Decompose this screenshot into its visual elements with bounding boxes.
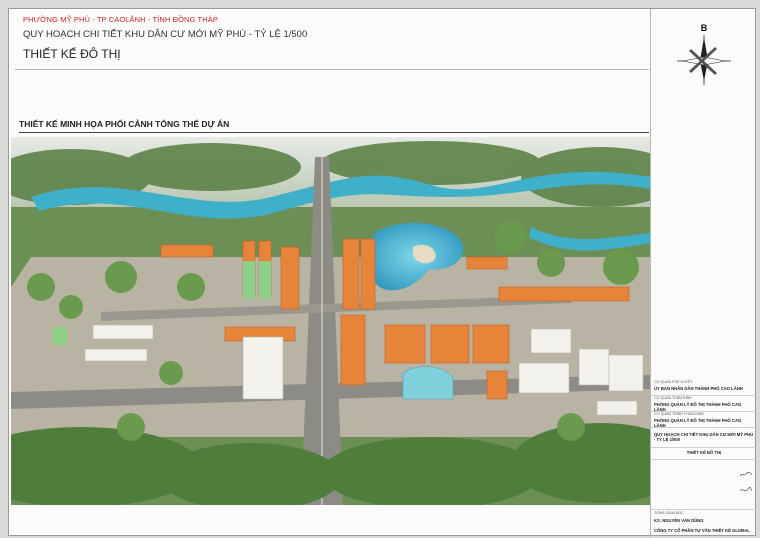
master-plan-rendering	[11, 137, 651, 505]
tb-divider	[651, 427, 757, 428]
section-title: THIẾT KẾ MINH HỌA PHỐI CẢNH TỔNG THỂ DỰ …	[19, 119, 230, 129]
submit-caption: CƠ QUAN TRÌNH THẨM ĐỊNH	[654, 412, 704, 416]
drawing-title: THIẾT KẾ ĐÔ THỊ	[23, 47, 121, 61]
approve-org: ỦY BAN NHÂN DÂN THÀNH PHỐ CAO LÃNH	[654, 386, 743, 391]
project-title: QUY HOẠCH CHI TIẾT KHU DÂN CƯ MỚI MỸ PHÚ…	[23, 29, 308, 40]
header-divider	[15, 69, 649, 70]
tb-drawing-name: THIẾT KẾ ĐÔ THỊ	[686, 450, 722, 455]
signature-mark	[739, 471, 753, 477]
tb-divider	[651, 447, 757, 448]
drawing-sheet: PHƯỜNG MỸ PHÚ - TP CAOLÃNH - TỈNH ĐỒNG T…	[8, 8, 757, 537]
tb-project-name: QUY HOẠCH CHI TIẾT KHU DÂN CƯ MỚI MỸ PHÚ…	[654, 432, 754, 442]
title-block-divider	[650, 9, 651, 537]
north-arrow-icon: B	[677, 23, 731, 85]
company-name: CÔNG TY CỔ PHẦN TƯ VẤN THIẾT KẾ GLOBAL	[654, 528, 750, 533]
director-name: KS. NGUYỄN VĂN DŨNG	[654, 518, 704, 523]
tb-divider	[651, 509, 757, 510]
signature-mark	[739, 487, 753, 492]
location-line: PHƯỜNG MỸ PHÚ - TP CAOLÃNH - TỈNH ĐỒNG T…	[23, 15, 218, 24]
tb-divider	[651, 459, 757, 460]
appraise-caption: CƠ QUAN THẨM ĐỊNH	[654, 396, 692, 400]
approve-caption: CƠ QUAN PHÊ DUYỆT	[654, 380, 693, 384]
director-caption: TỔNG GIÁM ĐỐC	[654, 511, 684, 515]
section-underline	[19, 132, 649, 133]
north-label: B	[701, 23, 708, 33]
